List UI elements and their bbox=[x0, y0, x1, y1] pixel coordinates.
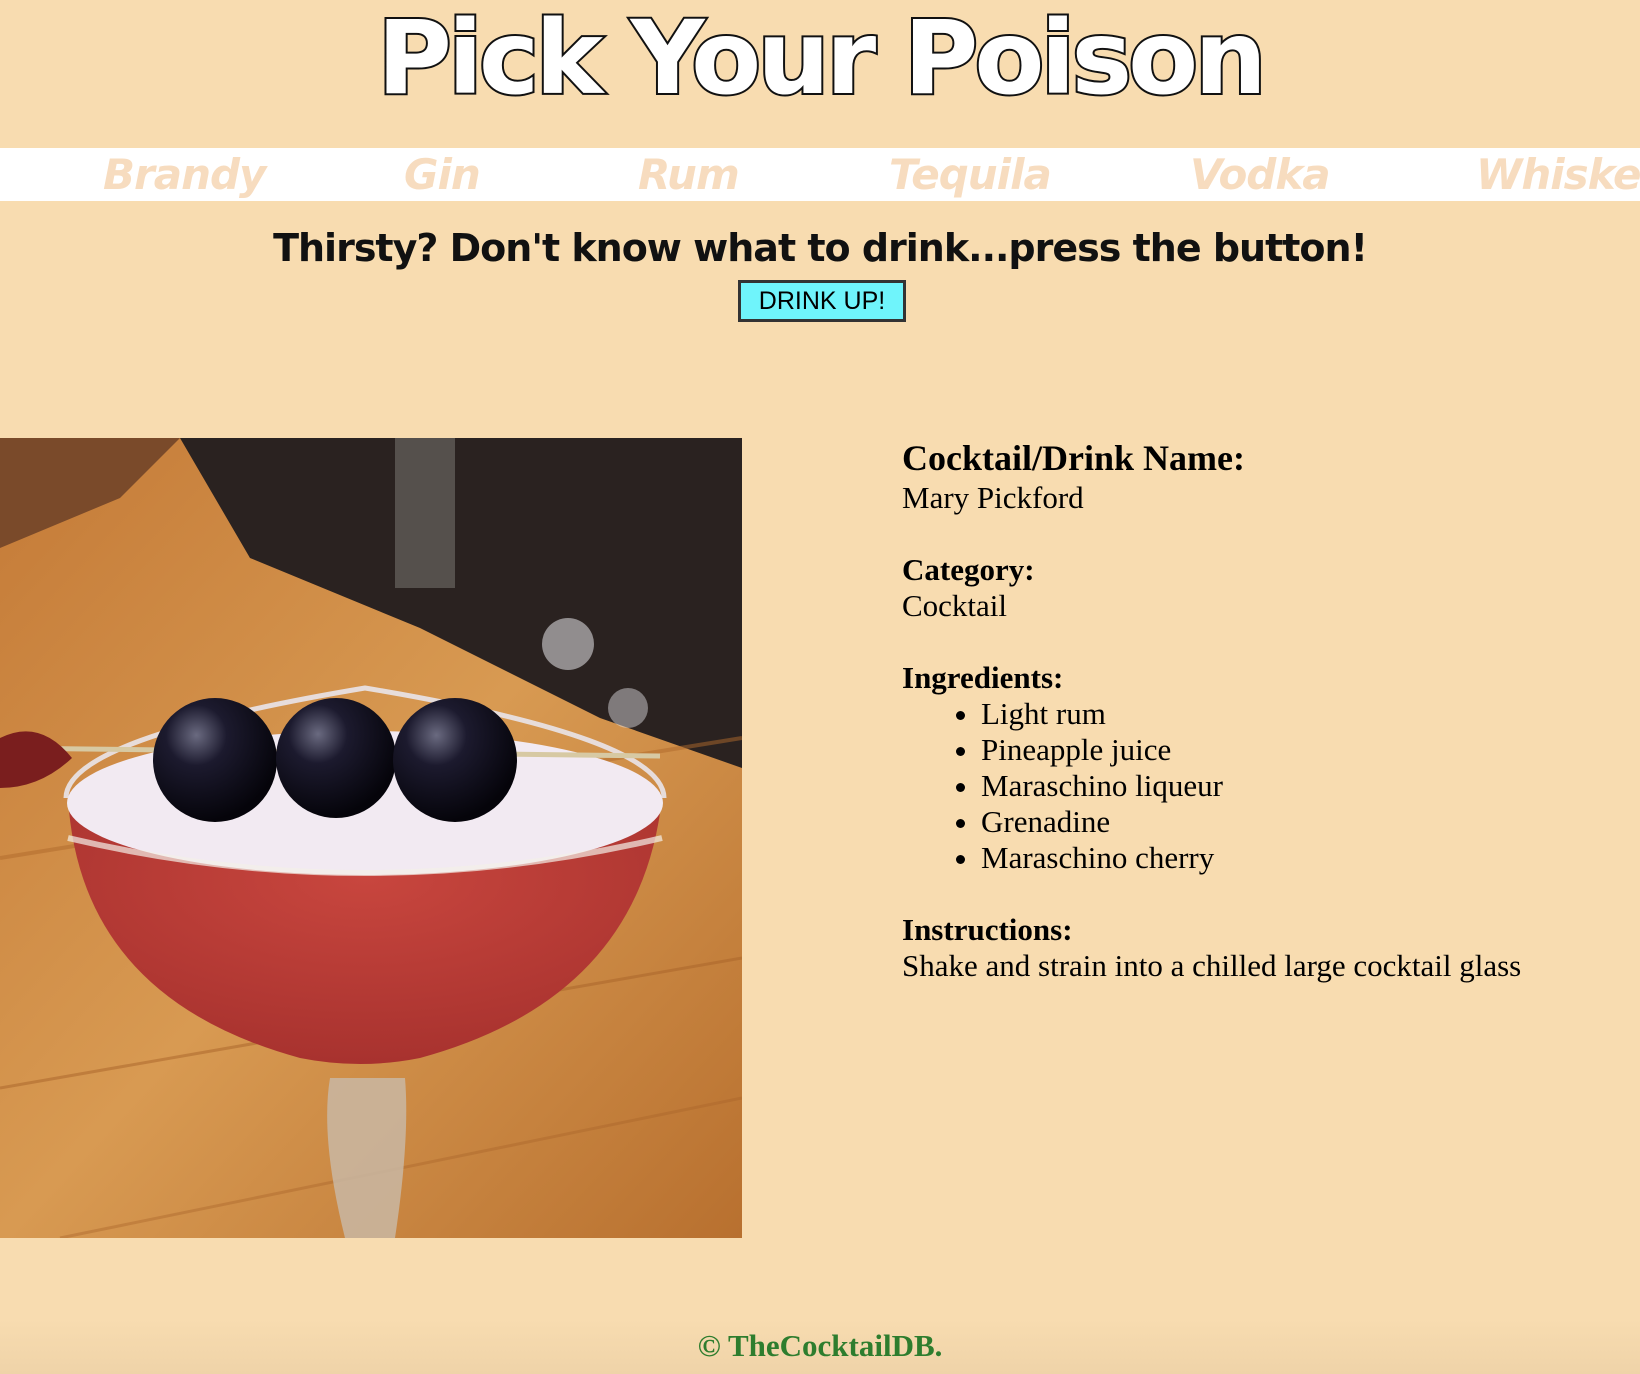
ingredients-label: Ingredients: bbox=[902, 660, 1064, 695]
instructions-text: Shake and strain into a chilled large co… bbox=[902, 948, 1522, 983]
ingredient-item: Light rum bbox=[981, 696, 1622, 732]
footer-credit: © TheCocktailDB. bbox=[0, 1318, 1640, 1374]
instructions-label: Instructions: bbox=[902, 912, 1073, 947]
nav-link-gin[interactable]: Gin bbox=[404, 148, 481, 201]
nav-link-whiskey[interactable]: Whiskey bbox=[1476, 148, 1640, 201]
drink-name: Mary Pickford bbox=[902, 480, 1084, 515]
drink-image bbox=[0, 438, 742, 1238]
category-label: Category: bbox=[902, 552, 1035, 587]
drink-name-label: Cocktail/Drink Name: bbox=[902, 438, 1245, 478]
ingredients-list: Light rum Pineapple juice Maraschino liq… bbox=[902, 696, 1622, 876]
nav-link-vodka[interactable]: Vodka bbox=[1190, 148, 1331, 201]
category-nav: Brandy Gin Rum Tequila Vodka Whiskey bbox=[0, 148, 1640, 201]
category-value: Cocktail bbox=[902, 588, 1008, 623]
nav-link-rum[interactable]: Rum bbox=[638, 148, 740, 201]
ingredient-item: Grenadine bbox=[981, 804, 1622, 840]
drink-details: Cocktail/Drink Name: Mary Pickford Categ… bbox=[902, 436, 1622, 1020]
ingredient-item: Maraschino cherry bbox=[981, 840, 1622, 876]
nav-link-brandy[interactable]: Brandy bbox=[103, 148, 266, 201]
ingredient-item: Pineapple juice bbox=[981, 732, 1622, 768]
tagline: Thirsty? Don't know what to drink...pres… bbox=[273, 226, 1368, 270]
ingredient-item: Maraschino liqueur bbox=[981, 768, 1622, 804]
site-title: Pick Your Poison bbox=[375, 0, 1269, 120]
nav-link-tequila[interactable]: Tequila bbox=[889, 148, 1052, 201]
drink-up-button[interactable]: DRINK UP! bbox=[738, 280, 906, 322]
